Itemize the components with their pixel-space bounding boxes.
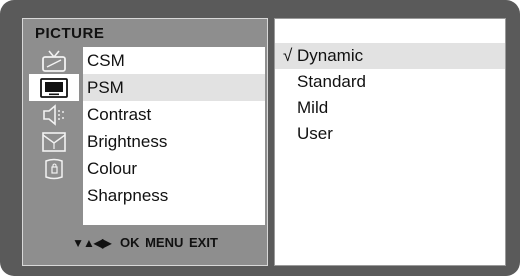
navigation-hint: ▼▲◀▶ OK MENU EXIT <box>23 235 267 250</box>
option-label: User <box>297 124 333 143</box>
category-special[interactable] <box>29 155 79 182</box>
exit-hint: EXIT <box>188 235 218 250</box>
menu-item-sharpness[interactable]: Sharpness <box>83 182 265 209</box>
option-label: Dynamic <box>297 46 364 65</box>
menu-items: CSM PSM Contrast Brightness Colour Sharp… <box>83 47 265 225</box>
osd-frame: PICTURE CSM PSM Contrast Brightness Colo… <box>0 0 520 276</box>
menu-panel: PICTURE CSM PSM Contrast Brightness Colo… <box>22 18 268 266</box>
menu-item-contrast[interactable]: Contrast <box>83 101 265 128</box>
category-tv[interactable] <box>29 47 79 74</box>
menu-item-psm[interactable]: PSM <box>83 74 265 101</box>
arrow-keys-hint: ▼▲◀▶ <box>72 236 111 250</box>
clock-icon <box>41 131 67 153</box>
category-icons <box>29 47 79 182</box>
option-standard[interactable]: Standard <box>275 69 505 95</box>
picture-icon <box>40 77 68 98</box>
ok-hint: OK <box>119 235 140 250</box>
menu-title: PICTURE <box>35 25 105 42</box>
option-user[interactable]: User <box>275 121 505 147</box>
menu-hint: MENU <box>145 235 184 250</box>
menu-item-colour[interactable]: Colour <box>83 155 265 182</box>
tv-antenna-icon <box>41 49 67 72</box>
option-label: Standard <box>297 72 366 91</box>
option-dynamic[interactable]: √ Dynamic <box>275 43 505 69</box>
category-sound[interactable] <box>29 101 79 128</box>
menu-item-csm[interactable]: CSM <box>83 47 265 74</box>
category-picture[interactable] <box>29 74 79 101</box>
option-label: Mild <box>297 98 329 117</box>
check-mark-icon: √ <box>283 46 293 65</box>
submenu-panel: √ Dynamic Standard Mild User <box>274 18 506 266</box>
category-time[interactable] <box>29 128 79 155</box>
menu-item-brightness[interactable]: Brightness <box>83 128 265 155</box>
psm-options: √ Dynamic Standard Mild User <box>275 43 505 147</box>
speaker-icon <box>41 103 67 126</box>
option-mild[interactable]: Mild <box>275 95 505 121</box>
lock-icon <box>41 157 67 181</box>
